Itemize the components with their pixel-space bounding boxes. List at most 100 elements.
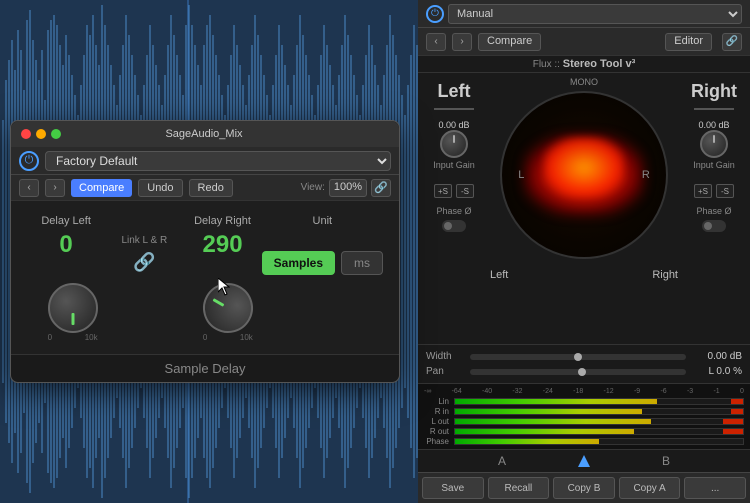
width-pan-section: Width 0.00 dB Pan L 0.0 %: [418, 344, 750, 383]
circle-r-label: R: [642, 169, 650, 181]
minimize-button[interactable]: [36, 129, 46, 139]
meter-phase-bar: [454, 438, 744, 445]
meter-lin-label: Lin: [424, 397, 452, 406]
knobs-row: 0 10k 0 10k: [27, 283, 383, 342]
left-input-gain-knob[interactable]: [440, 130, 468, 158]
right-phase-toggle[interactable]: [702, 220, 726, 232]
ms-button[interactable]: ms: [341, 251, 383, 275]
meter-row-lout: L out: [424, 417, 744, 425]
delay-right-knob[interactable]: [194, 274, 262, 342]
left-channel-controls: Left 0.00 dB Input Gain +S -S Phase Ø: [422, 73, 486, 344]
plugin-footer: Sample Delay: [11, 354, 399, 382]
nav-forward-button[interactable]: ›: [45, 179, 65, 197]
view-section: View: 100% 🔗: [301, 179, 391, 197]
unit-col: Unit Samples ms: [262, 215, 383, 275]
left-channel-label: Left: [438, 81, 471, 102]
copy-b-button[interactable]: Copy B: [553, 477, 615, 499]
meter-rout-label: R out: [424, 427, 452, 436]
right-input-gain-group: 0.00 dB Input Gain: [693, 120, 735, 170]
left-s2-button[interactable]: -S: [456, 184, 474, 198]
stereo-main-area: Left 0.00 dB Input Gain +S -S Phase Ø: [418, 73, 750, 344]
stereo-tool-main: Left 0.00 dB Input Gain +S -S Phase Ø: [418, 73, 750, 503]
right-gain-value: 0.00 dB: [698, 120, 729, 130]
meter-rin-red: [731, 409, 743, 414]
flux-header: Flux :: Stereo Tool v³: [418, 56, 750, 73]
redo-button[interactable]: Redo: [189, 179, 233, 197]
circle-lr-labels: L R: [510, 169, 658, 181]
meter-lout-label: L out: [424, 417, 452, 426]
meter-lin-bar: [454, 398, 744, 405]
stereo-power-button[interactable]: ⏻: [426, 5, 444, 23]
plugin-titlebar: SageAudio_Mix: [11, 121, 399, 147]
left-s-button[interactable]: +S: [434, 184, 452, 198]
meter-rout-red: [723, 429, 743, 434]
delay-right-label: Delay Right: [194, 215, 251, 227]
width-row: Width 0.00 dB: [426, 349, 742, 364]
samples-button[interactable]: Samples: [262, 251, 335, 275]
delay-right-value: 290: [203, 231, 243, 259]
delay-right-col: Delay Right 290: [183, 215, 261, 267]
plugin-nav-bar: ‹ › Compare Undo Redo View: 100% 🔗: [11, 175, 399, 201]
left-input-gain-label: Input Gain: [433, 160, 475, 170]
meter-rin-bar: [454, 408, 744, 415]
b-label-container: B: [590, 454, 742, 468]
window-controls: [21, 129, 61, 139]
copy-a-button[interactable]: Copy A: [619, 477, 681, 499]
meter-row-rin: R in: [424, 407, 744, 415]
meter-rin-green: [455, 409, 642, 414]
save-button[interactable]: Save: [422, 477, 484, 499]
right-bottom-label: Right: [652, 269, 678, 281]
right-scale-min: 0: [203, 333, 207, 342]
flux-label: Flux ::: [533, 59, 560, 70]
plugin-content: Delay Left 0 Link L & R 🔗 Delay Right 29…: [11, 201, 399, 354]
recall-button[interactable]: Recall: [488, 477, 550, 499]
stereo-nav-back[interactable]: ‹: [426, 33, 446, 51]
maximize-button[interactable]: [51, 129, 61, 139]
right-channel-line: [694, 108, 734, 110]
manual-select[interactable]: Manual: [448, 4, 742, 24]
delay-left-knob[interactable]: [48, 283, 98, 333]
width-value: 0.00 dB: [694, 351, 742, 362]
pan-slider[interactable]: [470, 369, 686, 375]
delay-right-knob-col: 0 10k: [182, 283, 273, 342]
preset-select[interactable]: Factory Default: [45, 151, 391, 171]
right-input-gain-knob[interactable]: [700, 130, 728, 158]
view-value: 100%: [329, 179, 367, 197]
undo-button[interactable]: Undo: [138, 179, 182, 197]
meter-section: -∞ -64 -40 -32 -24 -18 -12 -9 -6 -3 -1 0…: [418, 383, 750, 449]
plugin-power-button[interactable]: ⏻: [19, 151, 39, 171]
meter-lin-red: [731, 399, 743, 404]
mono-label: MONO: [570, 77, 598, 87]
left-phase-toggle[interactable]: [442, 220, 466, 232]
meter-scale: -∞ -64 -40 -32 -24 -18 -12 -9 -6 -3 -1 0: [424, 388, 744, 395]
pan-row: Pan L 0.0 %: [426, 364, 742, 379]
nav-back-button[interactable]: ‹: [19, 179, 39, 197]
link-icon[interactable]: 🔗: [133, 252, 155, 273]
close-button[interactable]: [21, 129, 31, 139]
pan-slider-thumb[interactable]: [578, 368, 586, 376]
width-slider[interactable]: [470, 354, 686, 360]
stereo-nav-forward[interactable]: ›: [452, 33, 472, 51]
right-scale-max: 10k: [240, 333, 253, 342]
width-slider-thumb[interactable]: [574, 353, 582, 361]
right-input-gain-label: Input Gain: [693, 160, 735, 170]
left-phase-row: Phase Ø: [436, 206, 471, 216]
link-icon-btn[interactable]: 🔗: [722, 33, 742, 51]
pan-value: L 0.0 %: [694, 366, 742, 377]
compare-button[interactable]: Compare: [71, 179, 132, 197]
stereo-tool-panel: ⏻ Manual ‹ › Compare Editor 🔗 Flux :: St…: [418, 0, 750, 503]
bottom-buttons: Save Recall Copy B Copy A ...: [418, 472, 750, 503]
link-button[interactable]: 🔗: [371, 179, 391, 197]
action-button[interactable]: ...: [684, 477, 746, 499]
stereo-tool-title: Stereo Tool v³: [563, 58, 636, 70]
editor-button[interactable]: Editor: [665, 33, 712, 51]
width-label: Width: [426, 351, 462, 362]
link-label: Link L & R: [121, 235, 167, 246]
fire-glow2: [544, 137, 624, 197]
stereo-compare-button[interactable]: Compare: [478, 33, 541, 51]
right-s-button[interactable]: +S: [694, 184, 712, 198]
left-bottom-label: Left: [490, 269, 508, 281]
right-channel-label: Right: [691, 81, 737, 102]
left-scale-max: 10k: [85, 333, 98, 342]
right-s2-button[interactable]: -S: [716, 184, 734, 198]
